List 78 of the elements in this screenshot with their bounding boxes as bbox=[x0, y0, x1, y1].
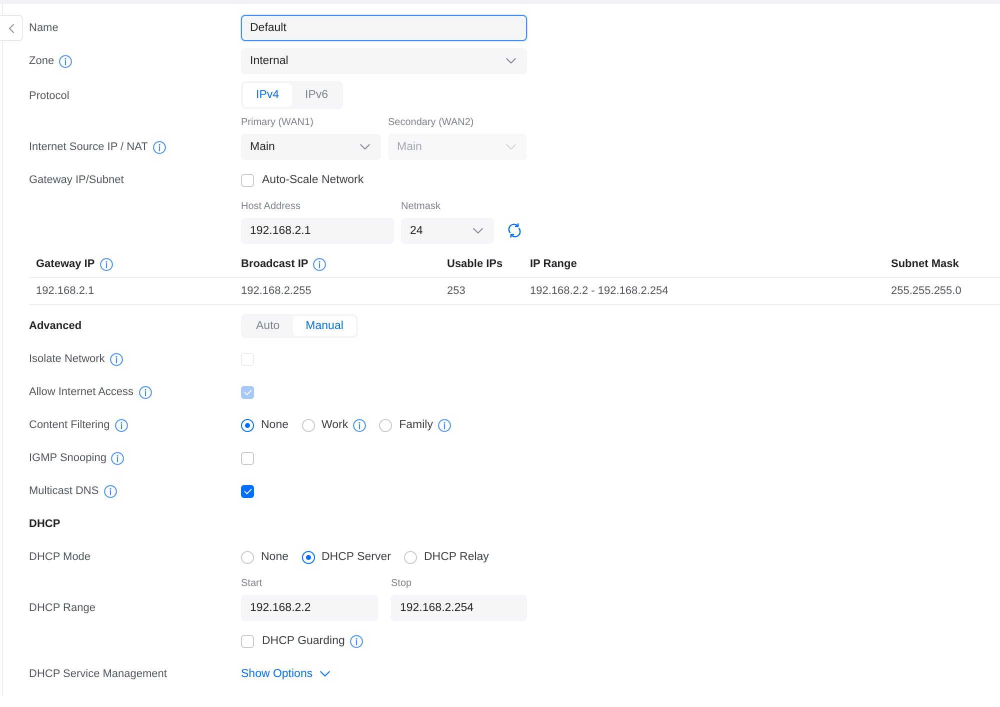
checkbox[interactable] bbox=[241, 452, 254, 464]
show-options-link[interactable]: Show Options bbox=[241, 668, 330, 680]
refresh-icon[interactable] bbox=[507, 223, 522, 238]
text-input[interactable]: 192.168.2.2 bbox=[241, 595, 378, 621]
column-header: Broadcast IP bbox=[241, 258, 308, 270]
table-cell-text: 192.168.2.255 bbox=[240, 284, 312, 299]
chevron-down-icon bbox=[506, 144, 516, 150]
info-icon[interactable] bbox=[59, 54, 72, 68]
chevron-left-icon bbox=[8, 24, 14, 32]
field-caption: Start bbox=[241, 577, 264, 591]
radio-label[interactable]: DHCP Server bbox=[322, 551, 391, 563]
radio-button[interactable] bbox=[241, 418, 254, 432]
field-caption: Stop bbox=[391, 577, 413, 591]
info-icon[interactable] bbox=[104, 484, 117, 498]
info-icon[interactable] bbox=[350, 634, 363, 648]
select-field[interactable]: Internal bbox=[241, 48, 527, 74]
radio-label[interactable]: None bbox=[261, 551, 288, 563]
radio-button[interactable] bbox=[302, 550, 314, 564]
field-label: Allow Internet Access bbox=[29, 386, 134, 398]
radio-label[interactable]: Family bbox=[399, 419, 433, 431]
field-caption: Primary (WAN1) bbox=[241, 116, 314, 130]
table-cell-text: 192.168.2.1 bbox=[35, 284, 96, 299]
radio-button[interactable] bbox=[404, 550, 417, 564]
info-icon[interactable] bbox=[114, 418, 128, 432]
field-caption: Host Address bbox=[241, 200, 302, 214]
field-label: DHCP Service Management bbox=[29, 668, 167, 680]
info-icon[interactable] bbox=[111, 452, 124, 464]
field-label: DHCP Mode bbox=[29, 551, 91, 563]
checkbox[interactable] bbox=[241, 174, 254, 186]
text-input[interactable]: 192.168.2.1 bbox=[241, 218, 394, 244]
table-cell-text: 255.255.255.0 bbox=[890, 284, 962, 299]
table-cell-text: 192.168.2.2 - 192.168.2.254 bbox=[529, 284, 670, 299]
column-header: Subnet Mask bbox=[891, 258, 959, 270]
radio-label[interactable]: Work bbox=[322, 419, 348, 431]
radio-label[interactable]: DHCP Relay bbox=[424, 551, 489, 563]
radio-button[interactable] bbox=[302, 418, 314, 432]
text-input[interactable]: Default bbox=[241, 15, 527, 41]
radio-button[interactable] bbox=[241, 550, 254, 564]
table-cell-text: 253 bbox=[446, 284, 466, 299]
info-icon[interactable] bbox=[152, 140, 166, 154]
checkbox[interactable] bbox=[241, 634, 254, 648]
segment-tab[interactable]: Auto bbox=[243, 316, 293, 336]
field-label: Zone bbox=[29, 55, 54, 67]
column-header: Gateway IP bbox=[36, 258, 95, 270]
field-label: DHCP Range bbox=[29, 602, 96, 614]
segment-tab[interactable]: Manual bbox=[292, 316, 356, 336]
chevron-down-icon bbox=[506, 58, 516, 64]
segment-tab[interactable]: IPv4 bbox=[243, 83, 292, 107]
field-label: IGMP Snooping bbox=[29, 452, 106, 464]
field-label: Isolate Network bbox=[29, 353, 105, 365]
checkbox-label[interactable]: Auto-Scale Network bbox=[262, 174, 364, 186]
checkbox-label[interactable]: DHCP Guarding bbox=[262, 635, 345, 647]
field-label: Name bbox=[29, 22, 58, 34]
info-icon[interactable] bbox=[100, 258, 113, 270]
section-heading: Advanced bbox=[29, 320, 82, 332]
field-label: Multicast DNS bbox=[29, 485, 99, 497]
field-label: Content Filtering bbox=[29, 419, 110, 431]
text-input[interactable]: 192.168.2.254 bbox=[391, 595, 527, 621]
chevron-down-icon bbox=[473, 228, 483, 234]
field-label: Gateway IP/Subnet bbox=[29, 174, 124, 186]
back-button[interactable] bbox=[0, 15, 23, 41]
checkbox[interactable] bbox=[241, 484, 254, 498]
select-field[interactable]: Main bbox=[241, 134, 381, 160]
radio-label[interactable]: None bbox=[261, 419, 288, 431]
field-caption: Secondary (WAN2) bbox=[388, 116, 475, 130]
info-icon[interactable] bbox=[313, 258, 326, 270]
segment-tab[interactable]: IPv6 bbox=[292, 83, 342, 107]
select-field[interactable]: 24 bbox=[401, 218, 494, 244]
info-icon[interactable] bbox=[438, 418, 451, 432]
section-heading: DHCP bbox=[29, 518, 60, 530]
column-header: IP Range bbox=[530, 258, 577, 270]
chevron-down-icon bbox=[360, 144, 370, 150]
field-label: Protocol bbox=[29, 90, 70, 102]
field-label: Internet Source IP / NAT bbox=[29, 141, 148, 153]
radio-button[interactable] bbox=[379, 418, 392, 432]
info-icon[interactable] bbox=[353, 418, 366, 432]
column-header: Usable IPs bbox=[447, 258, 503, 270]
field-caption: Netmask bbox=[401, 200, 442, 214]
